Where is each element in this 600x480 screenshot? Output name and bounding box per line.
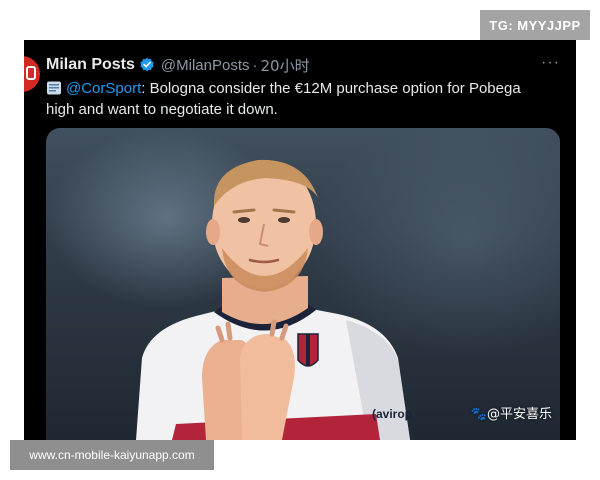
shirt-sponsor-text: (avirop xyxy=(372,407,412,421)
avatar[interactable] xyxy=(24,56,40,92)
verified-badge-icon xyxy=(139,57,155,73)
page-emoji-icon xyxy=(46,80,62,96)
tweet-photo[interactable]: (avirop 🐾@平安喜乐 xyxy=(46,128,560,440)
milan-logo-icon xyxy=(26,66,36,80)
timestamp[interactable]: 20小时 xyxy=(261,55,310,76)
photo-watermark: 🐾@平安喜乐 xyxy=(470,407,552,422)
tweet-header: Milan Posts @MilanPosts · 20小时 ··· xyxy=(46,54,562,76)
display-name[interactable]: Milan Posts xyxy=(46,56,135,74)
handle[interactable]: @MilanPosts xyxy=(161,57,250,74)
tweet-text: @CorSport: Bologna consider the €12M pur… xyxy=(46,78,546,120)
tweet-card[interactable]: Milan Posts @MilanPosts · 20小时 ··· @CorS… xyxy=(24,40,576,440)
more-horizontal-icon[interactable]: ··· xyxy=(541,55,560,71)
mention-link[interactable]: @CorSport xyxy=(66,80,141,97)
separator-dot: · xyxy=(252,56,258,74)
player-illustration: (avirop xyxy=(136,159,412,440)
tg-badge: TG: MYYJJPP xyxy=(480,10,590,40)
url-banner[interactable]: www.cn-mobile-kaiyunapp.com xyxy=(10,440,214,470)
